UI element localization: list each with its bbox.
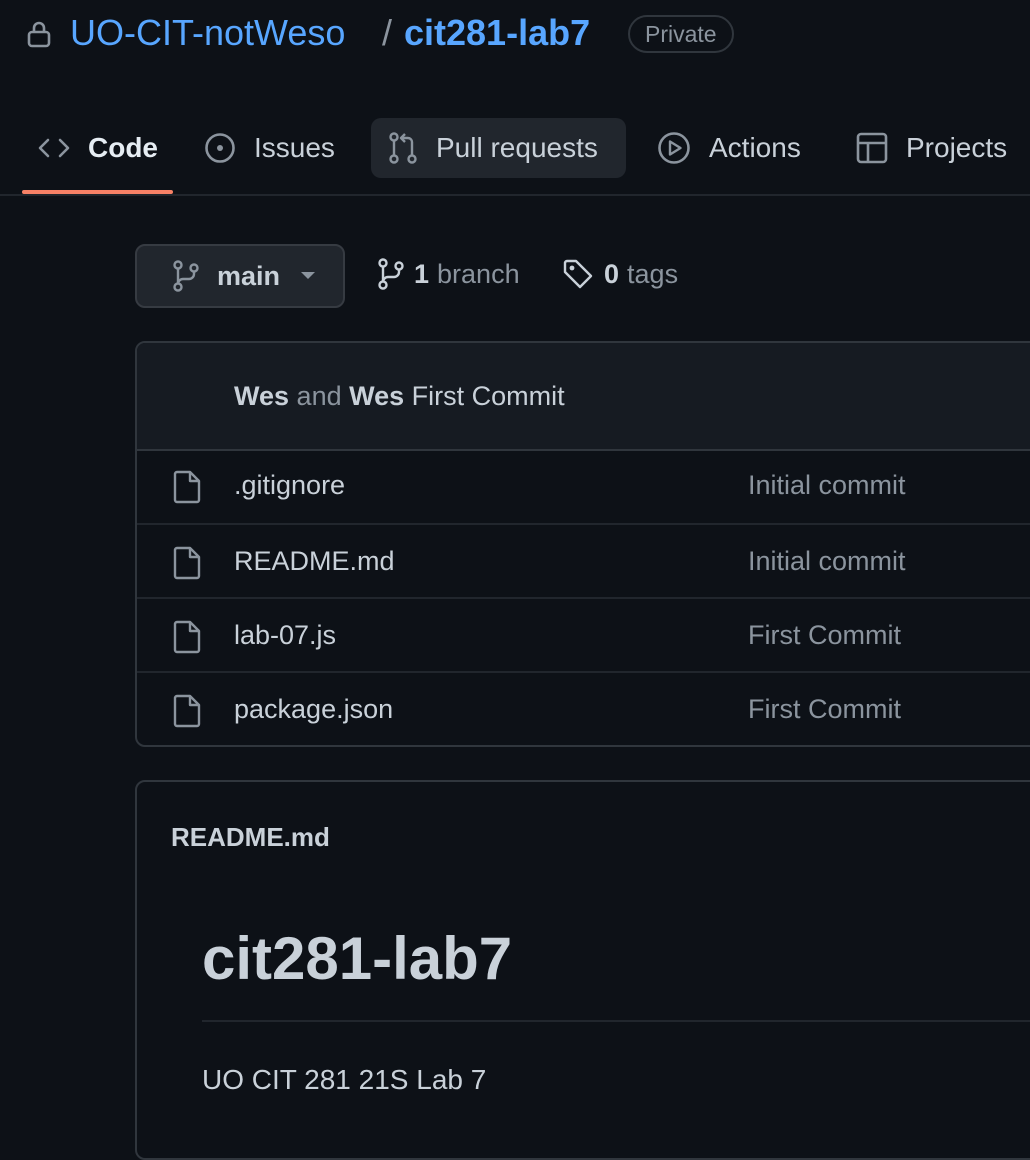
tab-code[interactable]: Code [38, 110, 158, 186]
play-icon [657, 131, 691, 165]
tag-count: 0 [604, 258, 620, 289]
code-icon [38, 136, 70, 160]
readme-body-text: UO CIT 281 21S Lab 7 [202, 1064, 487, 1095]
lock-icon [26, 20, 52, 48]
repo-tab-nav: Code Issues Pull requests Actions Projec… [0, 110, 1030, 196]
file-name-link[interactable]: README.md [234, 546, 395, 577]
selected-tab-indicator [22, 190, 173, 194]
tab-projects-label: Projects [906, 132, 1008, 163]
file-commit-link[interactable]: First Commit [748, 694, 901, 725]
readme-panel: README.md cit281-lab7 UO CIT 281 21S Lab… [135, 780, 1030, 1160]
tag-count-label: tags [627, 258, 679, 289]
branches-link[interactable]: 1 branch [378, 258, 520, 290]
readme-file-link[interactable]: README.md [171, 822, 330, 853]
branch-selector-button[interactable]: main [135, 244, 345, 308]
file-list: Wes and Wes First Commit .gitignore Init… [135, 341, 1030, 747]
tab-pull-requests[interactable]: Pull requests [388, 110, 598, 186]
latest-commit-text: Wes and Wes First Commit [234, 381, 565, 412]
repo-owner-link[interactable]: UO-CIT-notWeso [70, 12, 345, 54]
file-commit-link[interactable]: Initial commit [748, 470, 906, 501]
branch-selector-label: main [217, 260, 281, 291]
repo-header: UO-CIT-notWeso / cit281-lab7 Private [0, 0, 1030, 80]
tab-issues[interactable]: Issues [204, 110, 335, 186]
branch-count-label: branch [437, 258, 520, 289]
file-row[interactable]: lab-07.js First Commit [137, 597, 1030, 671]
file-row[interactable]: package.json First Commit [137, 671, 1030, 745]
file-name-link[interactable]: .gitignore [234, 470, 345, 501]
tab-actions[interactable]: Actions [657, 110, 801, 186]
repo-name-link[interactable]: cit281-lab7 [404, 12, 590, 54]
visibility-badge: Private [628, 15, 734, 53]
file-icon [173, 546, 201, 580]
tags-link[interactable]: 0 tags [562, 258, 678, 290]
file-row[interactable]: .gitignore Initial commit [137, 449, 1030, 523]
commit-author-link[interactable]: Wes [234, 381, 289, 411]
commit-message-link[interactable]: First Commit [412, 381, 565, 411]
git-branch-icon [173, 260, 199, 292]
tab-actions-label: Actions [709, 132, 801, 163]
table-icon [856, 132, 888, 164]
file-commit-link[interactable]: Initial commit [748, 546, 906, 577]
file-row[interactable]: README.md Initial commit [137, 523, 1030, 597]
tag-icon [562, 258, 594, 290]
file-name-link[interactable]: lab-07.js [234, 620, 336, 651]
file-icon [173, 620, 201, 654]
readme-heading: cit281-lab7 [202, 925, 513, 992]
latest-commit-bar: Wes and Wes First Commit [137, 343, 1030, 451]
caret-down-icon [300, 271, 316, 281]
commit-coauthor-link[interactable]: Wes [349, 381, 404, 411]
git-pull-request-icon [388, 131, 418, 165]
tab-code-label: Code [88, 132, 158, 163]
readme-heading-divider [202, 1020, 1030, 1022]
file-icon [173, 694, 201, 728]
commit-author-joiner: and [296, 381, 342, 411]
branch-count: 1 [414, 258, 430, 289]
tab-issues-label: Issues [254, 132, 335, 163]
file-commit-link[interactable]: First Commit [748, 620, 901, 651]
file-icon [173, 470, 201, 504]
path-separator: / [382, 12, 393, 53]
tab-projects[interactable]: Projects [856, 110, 1007, 186]
file-name-link[interactable]: package.json [234, 694, 393, 725]
issue-opened-icon [204, 132, 236, 164]
tab-pull-requests-label: Pull requests [436, 132, 598, 163]
git-branch-icon [378, 258, 404, 290]
